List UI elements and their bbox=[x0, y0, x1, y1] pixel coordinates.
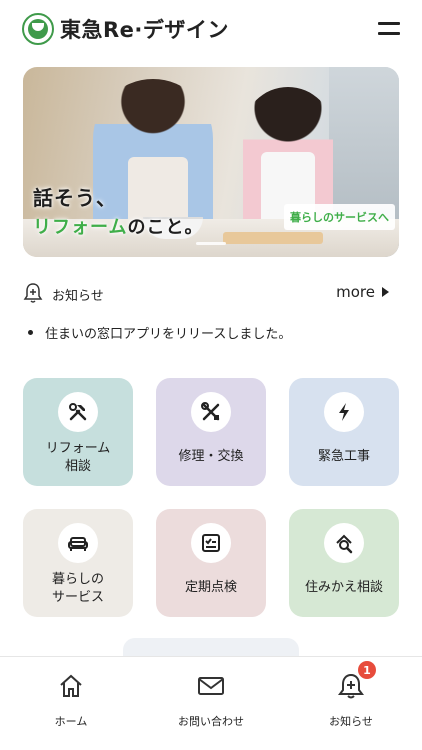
service-label: リフォーム 相談 bbox=[45, 441, 111, 474]
service-label: 緊急工事 bbox=[317, 449, 370, 464]
service-label: 住みかえ相談 bbox=[304, 580, 383, 595]
checklist-icon bbox=[191, 523, 231, 563]
brand-name: 東急Re·デザイン bbox=[60, 18, 229, 42]
hero-headline: 話そう、 リフォームのこと。 bbox=[33, 182, 203, 239]
more-link[interactable]: more bbox=[336, 283, 389, 301]
service-tile-emergency[interactable]: 緊急工事 bbox=[289, 378, 399, 486]
lightning-icon bbox=[324, 392, 364, 432]
hero-headline-line2: リフォームのこと。 bbox=[33, 213, 203, 239]
home-icon bbox=[60, 674, 82, 697]
service-tile-relocation[interactable]: 住みかえ相談 bbox=[289, 509, 399, 617]
service-tile-reform-consult[interactable]: リフォーム 相談 bbox=[23, 378, 133, 486]
notification-badge: 1 bbox=[358, 661, 376, 679]
house-search-icon bbox=[324, 523, 364, 563]
nav-home[interactable]: ホーム bbox=[21, 671, 121, 729]
hamburger-menu-icon[interactable] bbox=[378, 20, 400, 36]
news-header: お知らせ more bbox=[23, 281, 399, 305]
nav-home-label: ホーム bbox=[54, 715, 88, 728]
service-label: 修理・交換 bbox=[178, 449, 244, 464]
news-item-text: 住まいの窓口アプリをリリースしました。 bbox=[45, 327, 292, 342]
wrench-screwdriver-icon bbox=[191, 392, 231, 432]
service-tile-living-services[interactable]: 暮らしの サービス bbox=[23, 509, 133, 617]
service-label: 暮らしの サービス bbox=[51, 572, 104, 605]
service-tile-inspection[interactable]: 定期点検 bbox=[156, 509, 266, 617]
sofa-icon bbox=[58, 523, 98, 563]
more-label: more bbox=[336, 283, 375, 301]
hero-banner[interactable]: 話そう、 リフォームのこと。 暮らしのサービスへ bbox=[23, 67, 399, 257]
news-list-item[interactable]: 住まいの窓口アプリをリリースしました。 bbox=[28, 323, 291, 342]
service-label: 定期点検 bbox=[184, 580, 237, 595]
tools-icon bbox=[58, 392, 98, 432]
hero-headline-accent: リフォーム bbox=[33, 217, 128, 238]
mail-icon bbox=[198, 677, 224, 695]
nav-contact[interactable]: お問い合わせ bbox=[161, 671, 261, 729]
app-header: 東急Re·デザイン bbox=[0, 0, 422, 58]
nav-contact-label: お問い合わせ bbox=[178, 715, 244, 728]
bottom-navigation: ホーム お問い合わせ 1 お知らせ bbox=[0, 656, 422, 750]
bell-plus-icon bbox=[23, 283, 43, 303]
nav-notice[interactable]: 1 お知らせ bbox=[301, 661, 401, 729]
nav-notice-label: お知らせ bbox=[329, 715, 373, 728]
service-tile-repair-exchange[interactable]: 修理・交換 bbox=[156, 378, 266, 486]
news-title: お知らせ bbox=[52, 289, 104, 304]
hero-headline-rest: のこと。 bbox=[127, 217, 204, 238]
caret-right-icon bbox=[382, 287, 389, 297]
notice-icon-wrap: 1 bbox=[336, 661, 376, 701]
hero-headline-line1: 話そう、 bbox=[33, 186, 117, 210]
carousel-indicator[interactable] bbox=[196, 242, 226, 245]
bullet bbox=[28, 330, 33, 335]
brand-logo-mark bbox=[22, 13, 54, 45]
brand-logo[interactable]: 東急Re·デザイン bbox=[22, 13, 229, 45]
living-services-link[interactable]: 暮らしのサービスへ bbox=[284, 204, 395, 230]
